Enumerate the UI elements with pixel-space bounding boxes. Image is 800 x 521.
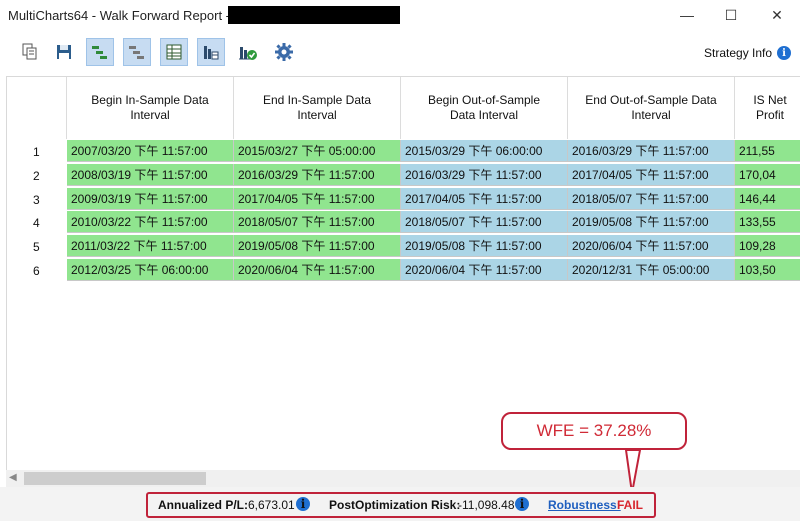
table-cell[interactable]: 2020/06/04 下午 11:57:00 bbox=[234, 259, 401, 281]
table-cell[interactable]: 2017/04/05 下午 11:57:00 bbox=[568, 164, 735, 186]
table-cell[interactable]: 2020/06/04 下午 11:57:00 bbox=[401, 259, 568, 281]
table-cell[interactable]: 2018/05/07 下午 11:57:00 bbox=[401, 211, 568, 233]
gear-icon[interactable] bbox=[270, 38, 298, 66]
table-cell[interactable]: 103,50 bbox=[735, 259, 800, 281]
row-number[interactable]: 3 bbox=[7, 188, 67, 211]
column-header-begin-is[interactable]: Begin In-Sample Data Interval bbox=[67, 77, 234, 139]
save-icon[interactable] bbox=[50, 38, 78, 66]
table-cell[interactable]: 2008/03/19 下午 11:57:00 bbox=[67, 164, 234, 186]
info-icon: i bbox=[777, 46, 791, 60]
redacted-title-block bbox=[228, 6, 400, 24]
table-cell[interactable]: 170,04 bbox=[735, 164, 800, 186]
table-cell[interactable]: 2020/12/31 下午 05:00:00 bbox=[568, 259, 735, 281]
title-bar: MultiCharts64 - Walk Forward Report - — … bbox=[0, 0, 800, 30]
table-cell[interactable]: 133,55 bbox=[735, 211, 800, 233]
table-cell[interactable]: 2019/05/08 下午 11:57:00 bbox=[401, 235, 568, 257]
gantt-gray-icon[interactable] bbox=[123, 38, 151, 66]
row-header-corner bbox=[7, 77, 67, 139]
table-cell[interactable]: 146,44 bbox=[735, 188, 800, 210]
wfe-callout-text: WFE = 37.28% bbox=[536, 421, 652, 440]
calendar-chart-icon[interactable] bbox=[197, 38, 225, 66]
scroll-left-arrow-icon[interactable]: ◀ bbox=[9, 472, 17, 483]
risk-info-icon[interactable]: i bbox=[515, 497, 529, 511]
table-cell[interactable]: 2016/03/29 下午 11:57:00 bbox=[401, 164, 568, 186]
strategy-info-label: Strategy Info bbox=[704, 46, 773, 60]
column-header-end-oos[interactable]: End Out-of-Sample Data Interval bbox=[568, 77, 735, 139]
row-number[interactable]: 1 bbox=[7, 140, 67, 163]
table-cell[interactable]: 2020/06/04 下午 11:57:00 bbox=[568, 235, 735, 257]
table-cell[interactable]: 2010/03/22 下午 11:57:00 bbox=[67, 211, 234, 233]
table-cell[interactable]: 2019/05/08 下午 11:57:00 bbox=[234, 235, 401, 257]
annualized-pl-value: 6,673.01 bbox=[248, 498, 295, 512]
toolbar: Strategy Info i bbox=[0, 30, 800, 75]
column-header-end-is[interactable]: End In-Sample Data Interval bbox=[234, 77, 401, 139]
row-number[interactable]: 2 bbox=[7, 164, 67, 187]
table-cell[interactable]: 2017/04/05 下午 11:57:00 bbox=[401, 188, 568, 210]
table-cell[interactable]: 2009/03/19 下午 11:57:00 bbox=[67, 188, 234, 210]
annualized-info-icon[interactable]: i bbox=[296, 497, 310, 511]
table-cell[interactable]: 2012/03/25 下午 06:00:00 bbox=[67, 259, 234, 281]
table-cell[interactable]: 2011/03/22 下午 11:57:00 bbox=[67, 235, 234, 257]
scrollbar-thumb[interactable] bbox=[24, 472, 206, 485]
maximize-button[interactable]: ☐ bbox=[708, 0, 754, 30]
table-cell[interactable]: 2015/03/29 下午 06:00:00 bbox=[401, 140, 568, 162]
table-cell[interactable]: 2019/05/08 下午 11:57:00 bbox=[568, 211, 735, 233]
row-number[interactable]: 5 bbox=[7, 235, 67, 258]
horizontal-scrollbar[interactable]: ◀ bbox=[6, 470, 800, 487]
table-cell[interactable]: 211,55 bbox=[735, 140, 800, 162]
column-header-begin-oos[interactable]: Begin Out-of-Sample Data Interval bbox=[401, 77, 568, 139]
column-header-is-net-profit[interactable]: IS Net Profit bbox=[735, 77, 800, 139]
table-cell[interactable]: 2016/03/29 下午 11:57:00 bbox=[568, 140, 735, 162]
minimize-button[interactable]: — bbox=[664, 0, 710, 30]
status-bar: Annualized P/L: 6,673.01 i PostOptimizat… bbox=[0, 487, 800, 521]
chart-check-icon[interactable] bbox=[234, 38, 262, 66]
post-optimization-risk-label: PostOptimization Risk: bbox=[329, 498, 461, 512]
robustness-link[interactable]: Robustness: bbox=[548, 498, 621, 512]
table-cell[interactable]: 2015/03/27 下午 05:00:00 bbox=[234, 140, 401, 162]
wfe-callout: WFE = 37.28% bbox=[501, 412, 687, 450]
row-number[interactable]: 4 bbox=[7, 211, 67, 234]
post-optimization-risk-value: -11,098.48 bbox=[458, 498, 515, 512]
walk-forward-table: Begin In-Sample Data Interval End In-Sam… bbox=[6, 76, 800, 470]
strategy-info-link[interactable]: Strategy Info i bbox=[704, 46, 791, 60]
gantt-green-icon[interactable] bbox=[86, 38, 114, 66]
row-number[interactable]: 6 bbox=[7, 259, 67, 282]
robustness-value: FAIL bbox=[617, 498, 643, 512]
table-cell[interactable]: 2016/03/29 下午 11:57:00 bbox=[234, 164, 401, 186]
table-cell[interactable]: 2018/05/07 下午 11:57:00 bbox=[234, 211, 401, 233]
table-cell[interactable]: 2018/05/07 下午 11:57:00 bbox=[568, 188, 735, 210]
window-title: MultiCharts64 - Walk Forward Report - bbox=[8, 8, 231, 23]
table-cell[interactable]: 2007/03/20 下午 11:57:00 bbox=[67, 140, 234, 162]
table-icon[interactable] bbox=[160, 38, 188, 66]
table-cell[interactable]: 109,28 bbox=[735, 235, 800, 257]
table-cell[interactable]: 2017/04/05 下午 11:57:00 bbox=[234, 188, 401, 210]
annualized-pl-label: Annualized P/L: bbox=[158, 498, 248, 512]
copy-icon[interactable] bbox=[16, 38, 44, 66]
close-button[interactable]: ✕ bbox=[754, 0, 800, 30]
